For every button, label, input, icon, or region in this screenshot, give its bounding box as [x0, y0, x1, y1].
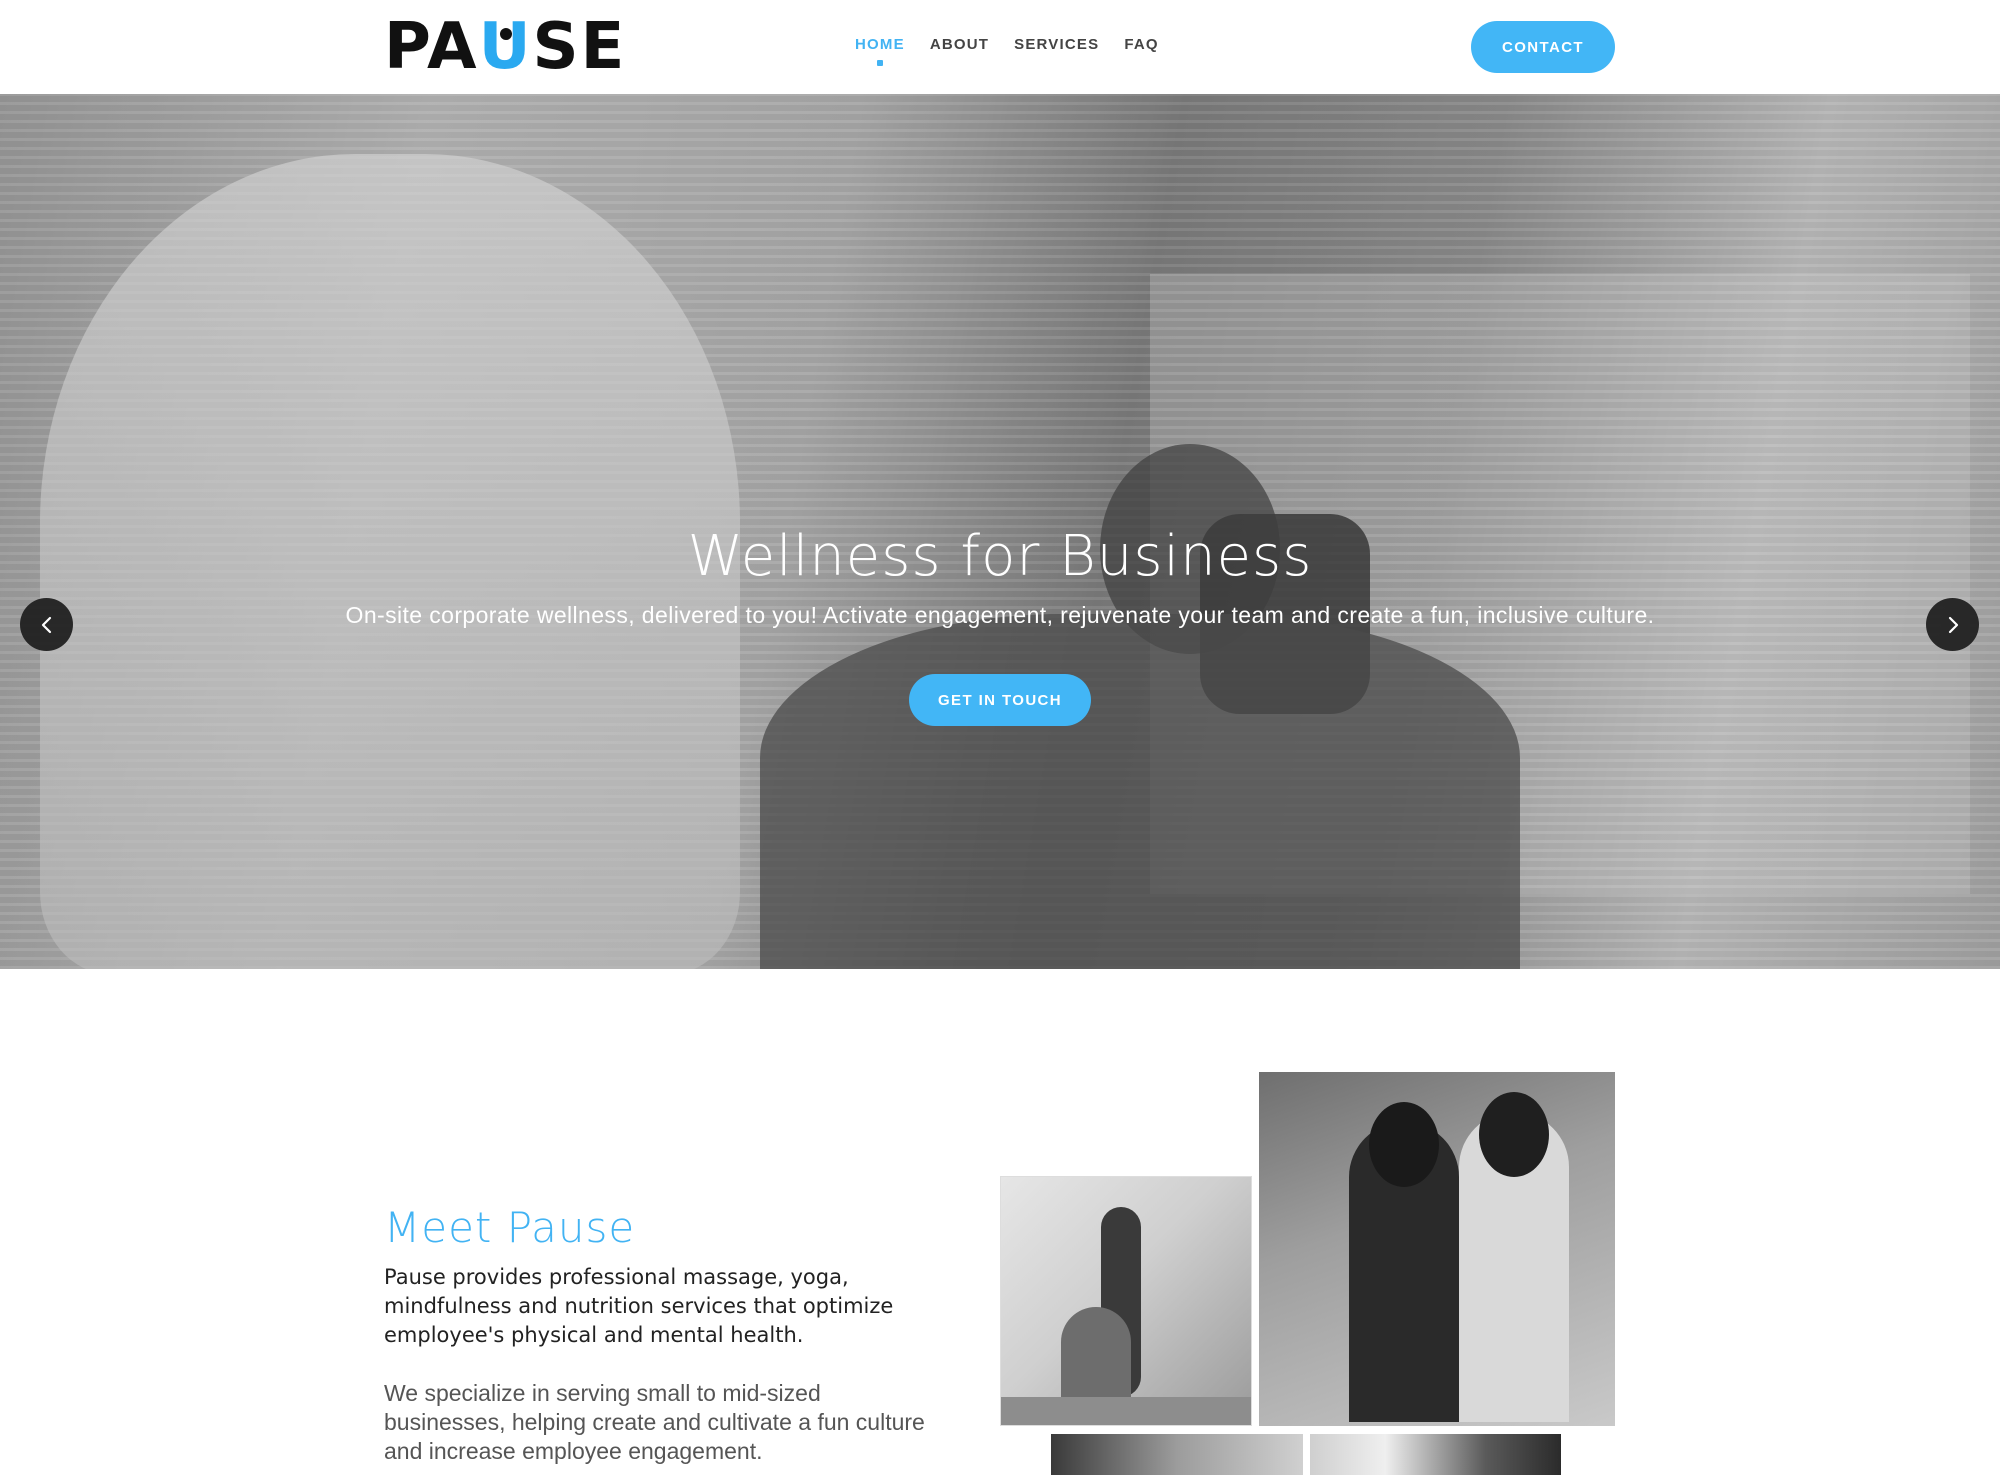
- slider-next-button[interactable]: [1926, 598, 1979, 651]
- site-header: PA U SE HOME ABOUT SERVICES FAQ CONTACT: [0, 0, 2000, 94]
- nav-services[interactable]: SERVICES: [1014, 36, 1099, 53]
- logo-text-start: PA: [384, 10, 479, 84]
- hero-slider: Wellness for Business On-site corporate …: [0, 94, 2000, 969]
- yoga-bridge-figure: [1061, 1307, 1131, 1397]
- meet-paragraph-2: We specialize in serving small to mid-si…: [384, 1380, 925, 1464]
- logo-text-end: SE: [532, 10, 627, 84]
- logo-letter-u: U: [479, 10, 533, 84]
- meditation-man-head: [1369, 1102, 1439, 1187]
- slider-prev-button[interactable]: [20, 598, 73, 651]
- meet-title: Meet Pause: [384, 1203, 636, 1252]
- contact-button[interactable]: CONTACT: [1471, 21, 1615, 73]
- nav-about[interactable]: ABOUT: [930, 36, 989, 53]
- nav-services-label: SERVICES: [1014, 36, 1100, 53]
- pause-logo[interactable]: PA U SE: [384, 10, 626, 84]
- logo-u-glyph: U: [478, 10, 533, 84]
- nav-faq[interactable]: FAQ: [1124, 36, 1158, 53]
- nav-about-label: ABOUT: [929, 36, 990, 53]
- main-nav: HOME ABOUT SERVICES FAQ: [855, 36, 1159, 66]
- gallery-photo-bottom-right: [1310, 1434, 1561, 1475]
- chevron-right-icon: [1948, 616, 1958, 633]
- nav-home[interactable]: HOME: [855, 36, 905, 66]
- active-indicator: [876, 60, 883, 66]
- yoga-floor: [1001, 1397, 1251, 1425]
- logo-dot: [499, 28, 512, 40]
- get-in-touch-button[interactable]: GET IN TOUCH: [909, 674, 1091, 726]
- hero-subtitle: On-site corporate wellness, delivered to…: [345, 602, 1655, 628]
- meditation-photo: [1259, 1072, 1615, 1426]
- meet-paragraph-1: Pause provides professional massage, yog…: [384, 1265, 894, 1347]
- nav-faq-label: FAQ: [1124, 36, 1159, 53]
- nav-home-label: HOME: [855, 36, 905, 53]
- gallery-photo-bottom-left: [1051, 1434, 1303, 1475]
- hero-title: Wellness for Business: [687, 524, 1313, 589]
- yoga-pose-photo: [1000, 1176, 1252, 1426]
- chevron-left-icon: [41, 616, 51, 633]
- meditation-woman-head: [1479, 1092, 1549, 1177]
